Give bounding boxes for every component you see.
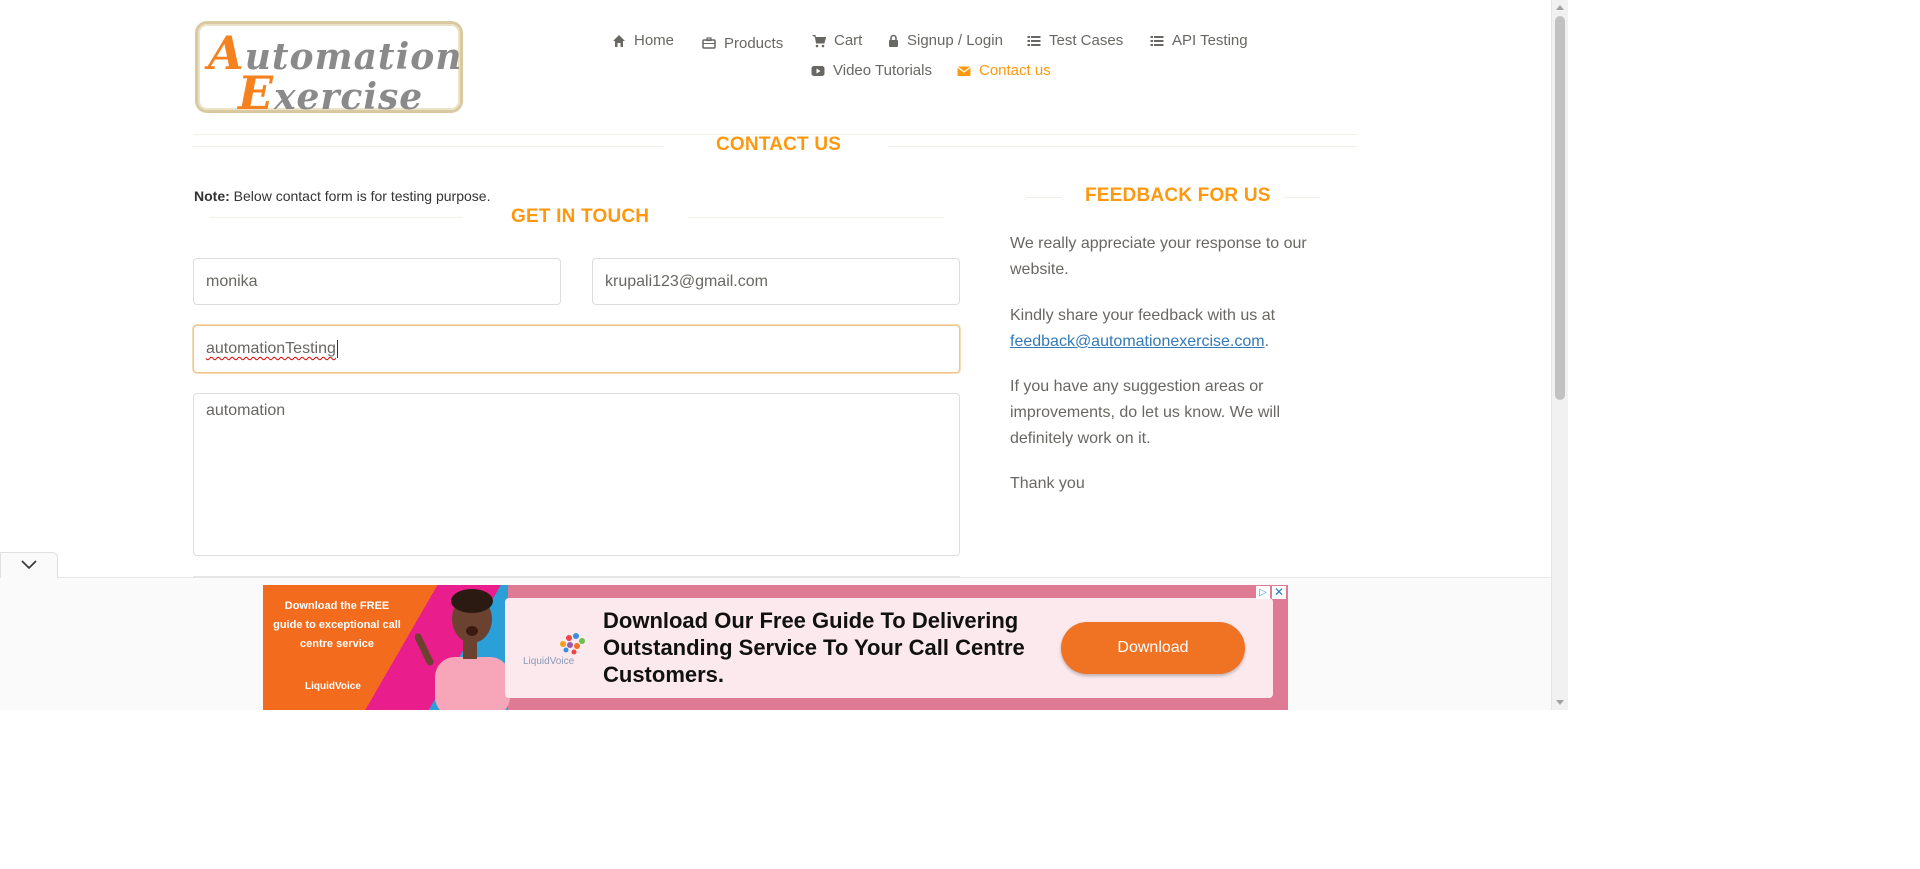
youtube-play-icon: [811, 64, 825, 78]
nav-contact-us[interactable]: Contact us: [957, 62, 1051, 79]
site-logo[interactable]: Automation Exercise: [195, 21, 463, 120]
lock-icon: [888, 34, 899, 48]
subject-input[interactable]: automationTesting: [193, 325, 960, 373]
scroll-up-arrow-icon[interactable]: [1556, 5, 1564, 10]
get-in-touch-line-right: [688, 217, 944, 218]
scroll-down-arrow-icon[interactable]: [1556, 700, 1564, 705]
text-caret: [336, 340, 338, 358]
logo-rest-2: xercise: [274, 76, 424, 118]
form-title: GET IN TOUCH: [511, 206, 650, 227]
chevron-down-icon: [21, 557, 37, 575]
feedback-paragraph-3: If you have any suggestion areas or impr…: [1010, 378, 1281, 447]
message-textarea-value: automation: [206, 402, 286, 419]
nav-products-label: Products: [724, 35, 784, 52]
feedback-line-right: [1284, 197, 1320, 198]
nav-contact-us-label: Contact us: [979, 62, 1051, 79]
briefcase-icon: [702, 36, 716, 50]
message-textarea[interactable]: automation: [193, 393, 960, 556]
page-title: CONTACT US: [716, 134, 842, 155]
subject-input-value: automationTesting: [206, 340, 336, 357]
list-icon: [1027, 34, 1041, 48]
scrollbar-thumb[interactable]: [1555, 16, 1565, 400]
title-line-right: [888, 146, 1357, 147]
feedback-paragraph-4: Thank you: [1010, 475, 1085, 492]
nav-signup-login[interactable]: Signup / Login: [888, 32, 1003, 49]
ad-banner[interactable]: Download the FREE guide to exceptional c…: [263, 585, 1288, 710]
ad-info-icon[interactable]: ▷: [1256, 586, 1270, 599]
feedback-p2-prefix: Kindly share your feedback with us at: [1010, 307, 1276, 324]
ad-left-text: Download the FREE guide to exceptional c…: [273, 600, 401, 650]
ad-headline: Download Our Free Guide To Delivering Ou…: [603, 608, 1025, 687]
name-input-value: monika: [206, 272, 258, 290]
nav-test-cases-label: Test Cases: [1049, 32, 1124, 49]
logo-cap-e: E: [238, 66, 275, 120]
nav-home[interactable]: Home: [612, 32, 674, 49]
nav-api-testing[interactable]: API Testing: [1150, 32, 1248, 49]
feedback-title: FEEDBACK FOR US: [1085, 185, 1271, 206]
feedback-line-left: [1026, 197, 1062, 198]
form-note: Note: Below contact form is for testing …: [194, 188, 490, 204]
logo-line-2: Exercise: [238, 66, 423, 120]
name-input[interactable]: monika: [193, 258, 561, 305]
nav-products[interactable]: Products: [702, 33, 783, 52]
next-field-edge: [193, 576, 960, 578]
nav-signup-login-label: Signup / Login: [907, 32, 1003, 49]
feedback-p2-suffix: .: [1264, 333, 1270, 350]
ad-person-image: [415, 589, 510, 710]
email-input[interactable]: krupali123@gmail.com: [592, 258, 960, 305]
envelope-icon: [957, 64, 971, 78]
ad-download-button[interactable]: Download: [1061, 622, 1245, 674]
feedback-paragraph-1: We really appreciate your response to ou…: [1010, 235, 1307, 278]
nav-test-cases[interactable]: Test Cases: [1027, 32, 1123, 49]
list-icon: [1150, 34, 1164, 48]
feedback-email-link[interactable]: feedback@automationexercise.com: [1010, 333, 1265, 350]
nav-home-label: Home: [634, 32, 675, 49]
nav-video-tutorials-label: Video Tutorials: [833, 62, 932, 79]
nav-api-testing-label: API Testing: [1172, 32, 1248, 49]
ad-brand-small: LiquidVoice: [305, 681, 361, 692]
page-scrollbar[interactable]: [1551, 0, 1568, 710]
ad-collapse-toggle[interactable]: [0, 552, 58, 578]
nav-cart[interactable]: Cart: [812, 32, 862, 49]
nav-cart-label: Cart: [834, 32, 863, 49]
get-in-touch-line-left: [209, 217, 463, 218]
home-icon: [612, 34, 626, 48]
title-line-left: [193, 146, 663, 147]
email-input-value: krupali123@gmail.com: [605, 272, 768, 290]
note-text: Below contact form is for testing purpos…: [229, 188, 491, 204]
ad-content-card: LiquidVoice Download Our Free Guide To D…: [505, 598, 1273, 698]
ad-brand: LiquidVoice: [523, 656, 575, 667]
note-label: Note:: [194, 188, 230, 204]
ad-close-icon[interactable]: ✕: [1272, 586, 1286, 599]
nav-video-tutorials[interactable]: Video Tutorials: [811, 62, 932, 79]
feedback-paragraph-2: Kindly share your feedback with us at fe…: [1010, 303, 1330, 355]
cart-icon: [812, 34, 826, 48]
brain-logo-icon: [560, 633, 585, 655]
